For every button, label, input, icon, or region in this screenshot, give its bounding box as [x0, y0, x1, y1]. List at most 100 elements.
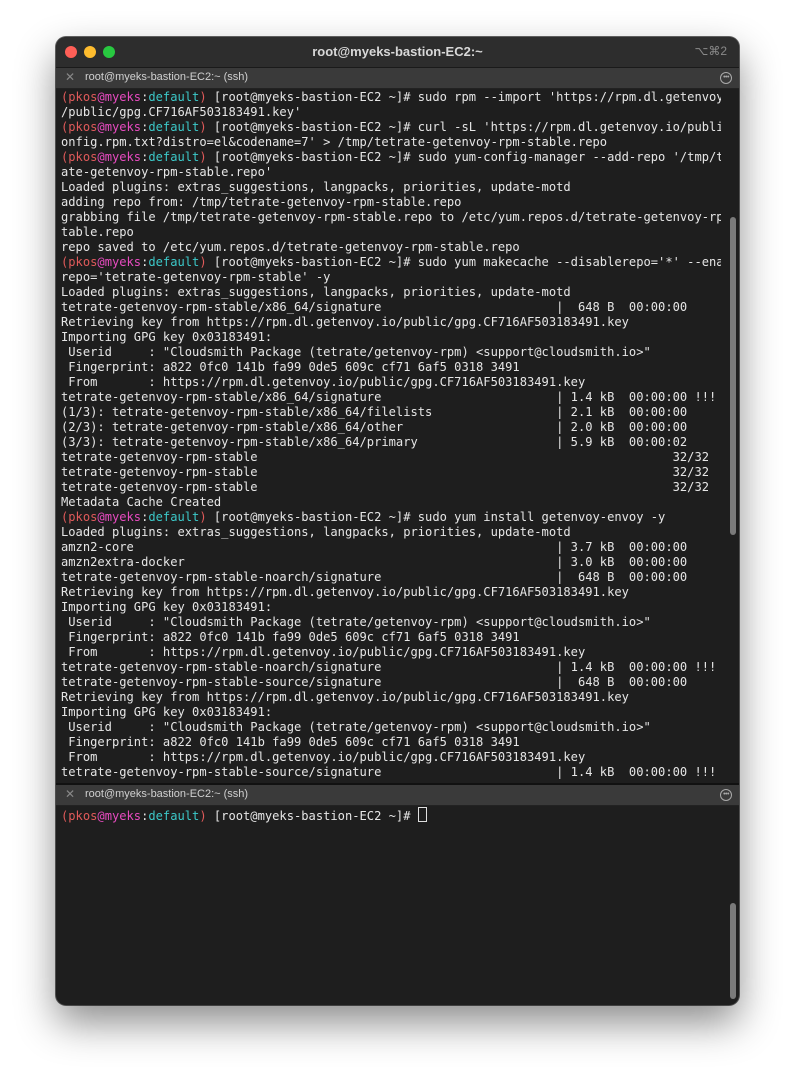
prompt-paren-close: )	[199, 120, 207, 134]
output-line: tetrate-getenvoy-rpm-stable-noarch/signa…	[61, 570, 721, 585]
output-line: repo='tetrate-getenvoy-rpm-stable' -y	[61, 270, 721, 285]
prompt-line: (pkos@myeks:default) [root@myeks-bastion…	[61, 807, 721, 823]
prompt-at: @	[97, 809, 105, 823]
pane-title: root@myeks-bastion-EC2:~ (ssh)	[85, 71, 249, 83]
output-text: Retrieving key from https://rpm.dl.geten…	[61, 585, 629, 599]
output-line: ate-getenvoy-rpm-stable.repo'	[61, 165, 721, 180]
prompt-paren-close: )	[199, 255, 207, 269]
output-line: Userid : "Cloudsmith Package (tetrate/ge…	[61, 615, 721, 630]
output-line: Metadata Cache Created	[61, 495, 721, 510]
output-text: Retrieving key from https://rpm.dl.geten…	[61, 315, 629, 329]
cursor[interactable]	[417, 807, 427, 822]
prompt-namespace: default	[148, 510, 200, 524]
command-text: sudo yum makecache --disablerepo='*' --e…	[417, 255, 721, 269]
prompt-at: @	[97, 510, 105, 524]
prompt-path: [root@myeks-bastion-EC2 ~]#	[206, 120, 418, 134]
output-line: Fingerprint: a822 0fc0 141b fa99 0de5 60…	[61, 735, 721, 750]
output-line: /public/gpg.CF716AF503183491.key'	[61, 105, 721, 120]
pane-tab-bottom[interactable]: ✕ root@myeks-bastion-EC2:~ (ssh) •••	[56, 785, 739, 806]
output-line: Retrieving key from https://rpm.dl.geten…	[61, 690, 721, 705]
output-text: amzn2extra-docker | 3.0 kB 00:00:00	[61, 555, 688, 569]
prompt-user: pkos	[68, 120, 98, 134]
prompt-line: (pkos@myeks:default) [root@myeks-bastion…	[61, 120, 721, 135]
output-line: From : https://rpm.dl.getenvoy.io/public…	[61, 375, 721, 390]
output-text: Loaded plugins: extras_suggestions, lang…	[61, 180, 571, 194]
output-line: Importing GPG key 0x03183491:	[61, 330, 721, 345]
output-text: Metadata Cache Created	[61, 495, 222, 509]
prompt-line: (pkos@myeks:default) [root@myeks-bastion…	[61, 255, 721, 270]
prompt-line: (pkos@myeks:default) [root@myeks-bastion…	[61, 150, 721, 165]
close-pane-icon[interactable]: ✕	[65, 70, 75, 84]
output-line: Retrieving key from https://rpm.dl.geten…	[61, 315, 721, 330]
output-line: From : https://rpm.dl.getenvoy.io/public…	[61, 750, 721, 765]
prompt-at: @	[97, 255, 105, 269]
output-line: tetrate-getenvoy-rpm-stable 32/32	[61, 450, 721, 465]
terminal-output-bottom[interactable]: (pkos@myeks:default) [root@myeks-bastion…	[61, 807, 721, 997]
output-line: Userid : "Cloudsmith Package (tetrate/ge…	[61, 345, 721, 360]
output-text: From : https://rpm.dl.getenvoy.io/public…	[61, 375, 586, 389]
output-line: tetrate-getenvoy-rpm-stable 32/32	[61, 465, 721, 480]
output-text: tetrate-getenvoy-rpm-stable-noarch/signa…	[61, 660, 717, 674]
output-text: Fingerprint: a822 0fc0 141b fa99 0de5 60…	[61, 360, 520, 374]
prompt-user: pkos	[68, 510, 98, 524]
output-text: Fingerprint: a822 0fc0 141b fa99 0de5 60…	[61, 735, 520, 749]
output-text: Userid : "Cloudsmith Package (tetrate/ge…	[61, 720, 651, 734]
output-text: Importing GPG key 0x03183491:	[61, 600, 273, 614]
output-line: (2/3): tetrate-getenvoy-rpm-stable/x86_6…	[61, 420, 721, 435]
prompt-namespace: default	[148, 150, 200, 164]
output-text: tetrate-getenvoy-rpm-stable/x86_64/signa…	[61, 300, 688, 314]
output-line: repo saved to /etc/yum.repos.d/tetrate-g…	[61, 240, 721, 255]
output-text: onfig.rpm.txt?distro=el&codename=7' > /t…	[61, 135, 608, 149]
output-text: table.repo	[61, 225, 134, 239]
output-text: grabbing file /tmp/tetrate-getenvoy-rpm-…	[61, 210, 721, 224]
prompt-path: [root@myeks-bastion-EC2 ~]#	[206, 90, 418, 104]
prompt-path: [root@myeks-bastion-EC2 ~]#	[206, 510, 418, 524]
output-line: (1/3): tetrate-getenvoy-rpm-stable/x86_6…	[61, 405, 721, 420]
output-text: repo='tetrate-getenvoy-rpm-stable' -y	[61, 270, 331, 284]
terminal-window: root@myeks-bastion-EC2:~ ⌥⌘2 ✕ root@myek…	[56, 37, 739, 1005]
output-line: amzn2extra-docker | 3.0 kB 00:00:00	[61, 555, 721, 570]
close-pane-icon[interactable]: ✕	[65, 787, 75, 801]
prompt-paren-close: )	[199, 150, 207, 164]
prompt-paren-close: )	[199, 809, 207, 823]
prompt-line: (pkos@myeks:default) [root@myeks-bastion…	[61, 90, 721, 105]
prompt-at: @	[97, 120, 105, 134]
command-text: sudo yum-config-manager --add-repo '/tmp…	[417, 150, 721, 164]
scrollbar-bottom[interactable]	[730, 903, 736, 999]
output-line: Importing GPG key 0x03183491:	[61, 600, 721, 615]
output-line: tetrate-getenvoy-rpm-stable/x86_64/signa…	[61, 300, 721, 315]
pane-tab-top[interactable]: ✕ root@myeks-bastion-EC2:~ (ssh) •••	[56, 68, 739, 89]
terminal-output-top[interactable]: (pkos@myeks:default) [root@myeks-bastion…	[61, 90, 721, 783]
output-line: Userid : "Cloudsmith Package (tetrate/ge…	[61, 720, 721, 735]
prompt-user: pkos	[68, 809, 98, 823]
prompt-at: @	[97, 150, 105, 164]
scrollbar-top[interactable]	[730, 217, 736, 535]
output-text: Fingerprint: a822 0fc0 141b fa99 0de5 60…	[61, 630, 520, 644]
prompt-host: myeks	[104, 150, 142, 164]
prompt-user: pkos	[68, 255, 98, 269]
more-options-icon[interactable]: •••	[720, 789, 732, 801]
output-line: tetrate-getenvoy-rpm-stable/x86_64/signa…	[61, 390, 721, 405]
output-text: tetrate-getenvoy-rpm-stable/x86_64/signa…	[61, 390, 717, 404]
command-text: sudo yum install getenvoy-envoy -y	[417, 510, 666, 524]
prompt-namespace: default	[148, 90, 200, 104]
output-text: tetrate-getenvoy-rpm-stable-noarch/signa…	[61, 570, 688, 584]
output-line: grabbing file /tmp/tetrate-getenvoy-rpm-…	[61, 210, 721, 225]
output-text: tetrate-getenvoy-rpm-stable-source/signa…	[61, 675, 688, 689]
title-bar[interactable]: root@myeks-bastion-EC2:~ ⌥⌘2	[56, 37, 739, 68]
output-line: onfig.rpm.txt?distro=el&codename=7' > /t…	[61, 135, 721, 150]
output-line: Importing GPG key 0x03183491:	[61, 705, 721, 720]
output-line: tetrate-getenvoy-rpm-stable-source/signa…	[61, 765, 721, 780]
prompt-at: @	[97, 90, 105, 104]
output-line: tetrate-getenvoy-rpm-stable-source/signa…	[61, 675, 721, 690]
command-text: curl -sL 'https://rpm.dl.getenvoy.io/pub…	[417, 120, 721, 134]
prompt-user: pkos	[68, 90, 98, 104]
output-line: amzn2-core | 3.7 kB 00:00:00	[61, 540, 721, 555]
prompt-paren-close: )	[199, 510, 207, 524]
window-title: root@myeks-bastion-EC2:~	[312, 44, 483, 59]
output-line: adding repo from: /tmp/tetrate-getenvoy-…	[61, 195, 721, 210]
more-options-icon[interactable]: •••	[720, 72, 732, 84]
prompt-path: [root@myeks-bastion-EC2 ~]#	[206, 150, 418, 164]
prompt-path: [root@myeks-bastion-EC2 ~]#	[206, 255, 418, 269]
output-text: tetrate-getenvoy-rpm-stable-source/signa…	[61, 765, 717, 779]
